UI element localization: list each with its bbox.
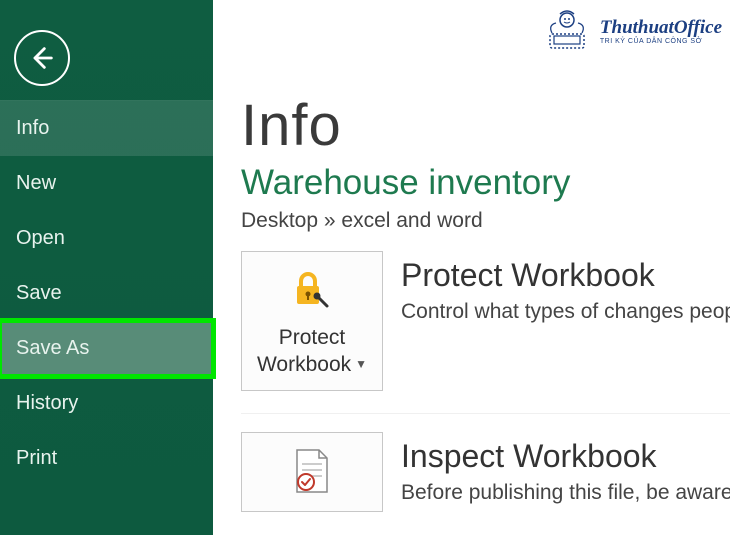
section-text: Inspect Workbook Before publishing this … [401,432,730,505]
sidebar-item-label: Print [16,447,57,469]
sidebar-item-history[interactable]: History [0,376,213,431]
document-check-icon [291,448,333,501]
protect-workbook-tile[interactable]: Protect Workbook▼ [241,251,383,391]
sidebar-item-print[interactable]: Print [0,431,213,486]
backstage-view: Info New Open Save Save As History Print… [0,0,730,535]
section-title: Inspect Workbook [401,438,730,475]
watermark-logo-icon [542,6,592,56]
sidebar-item-label: Info [16,117,49,139]
section-title: Protect Workbook [401,257,730,294]
sidebar: Info New Open Save Save As History Print [0,0,213,535]
content-pane: Info Warehouse inventory Desktop » excel… [213,0,730,535]
inspect-workbook-section: Inspect Workbook Before publishing this … [241,432,730,512]
section-desc: Before publishing this file, be aware th… [401,481,730,505]
sidebar-item-label: New [16,172,56,194]
sidebar-item-open[interactable]: Open [0,211,213,266]
sidebar-item-save-as[interactable]: Save As [0,321,213,376]
tile-label: Protect Workbook▼ [250,325,374,378]
breadcrumb: Desktop » excel and word [241,209,730,233]
watermark-name: ThuthuatOffice [600,18,722,37]
arrow-left-icon [28,44,56,72]
sidebar-item-new[interactable]: New [0,156,213,211]
back-button[interactable] [14,30,70,86]
section-text: Protect Workbook Control what types of c… [401,251,730,324]
chevron-down-icon: ▼ [355,357,367,372]
sidebar-item-save[interactable]: Save [0,266,213,321]
check-issues-tile[interactable] [241,432,383,512]
page-title: Info [241,92,730,159]
document-title: Warehouse inventory [241,163,730,203]
divider [241,413,730,414]
lock-key-icon [289,266,335,317]
sidebar-item-label: Save As [16,337,89,359]
protect-workbook-section: Protect Workbook▼ Protect Workbook Contr… [241,251,730,391]
sidebar-item-label: Save [16,282,62,304]
sidebar-menu: Info New Open Save Save As History Print [0,101,213,486]
watermark: ThuthuatOffice TRI KỶ CỦA DÂN CÔNG SỞ [542,6,722,56]
watermark-tagline: TRI KỶ CỦA DÂN CÔNG SỞ [600,38,722,45]
section-desc: Control what types of changes people can… [401,300,730,324]
sidebar-item-label: History [16,392,78,414]
sidebar-item-label: Open [16,227,65,249]
sidebar-item-info[interactable]: Info [0,101,213,156]
